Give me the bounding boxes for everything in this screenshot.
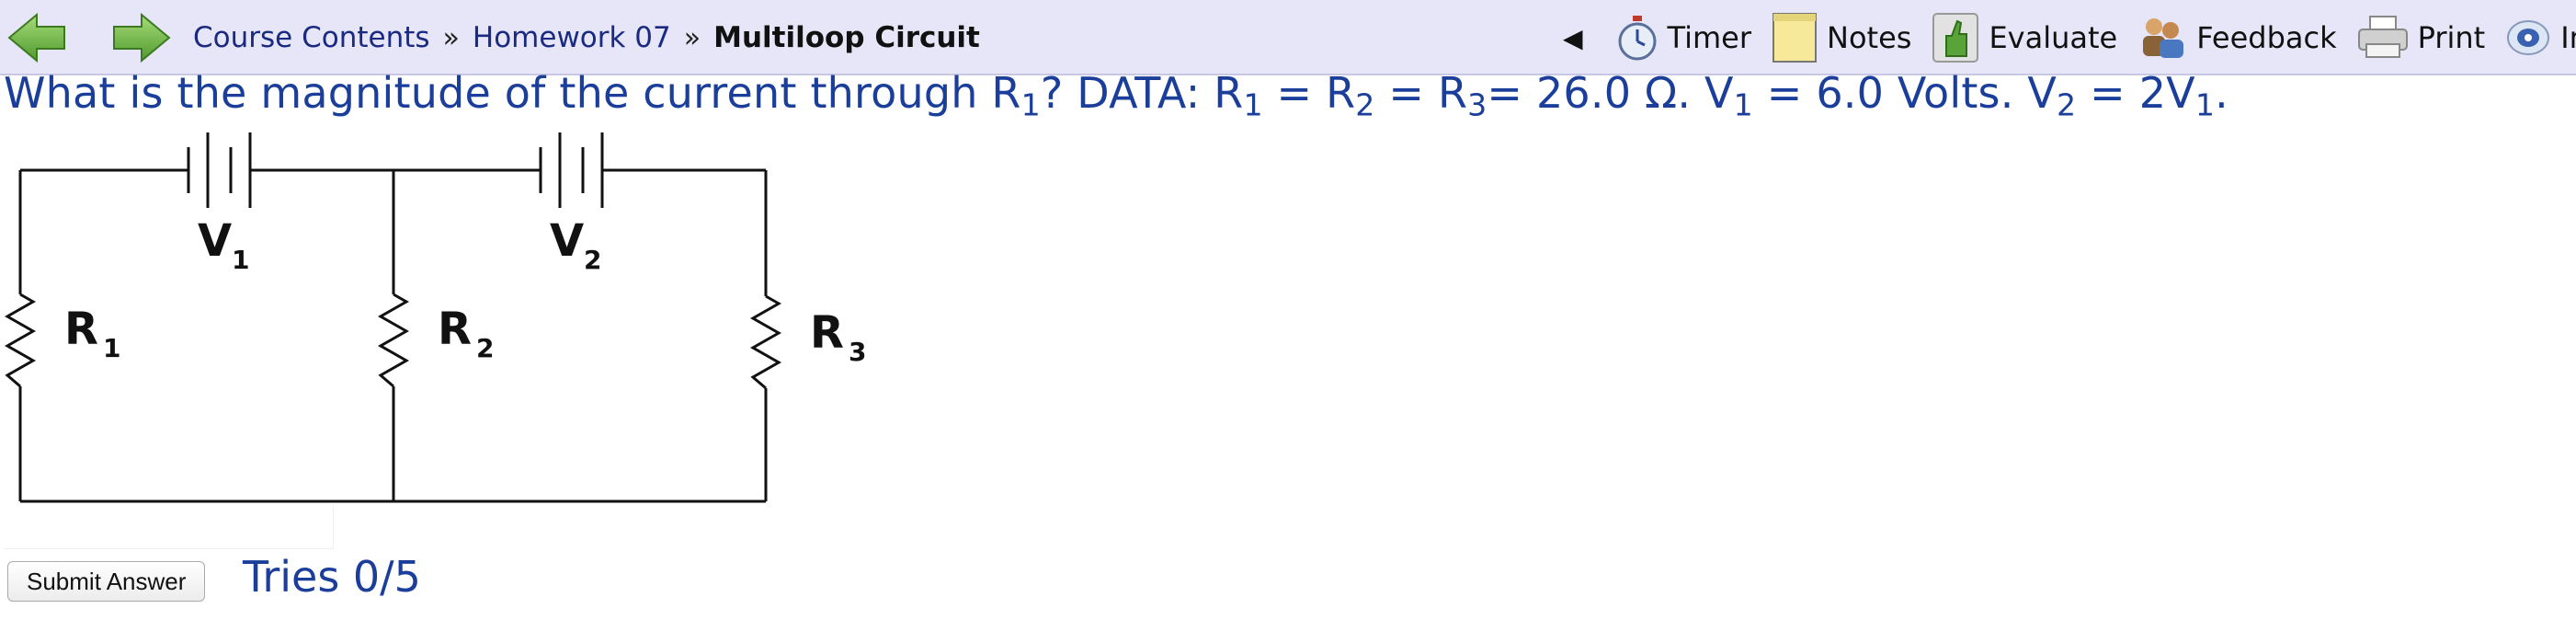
v1-label: V — [198, 215, 232, 267]
info-button[interactable]: Info — [2505, 15, 2576, 61]
r3-label: R — [810, 307, 844, 359]
question-subscript: 1 — [1243, 86, 1263, 123]
breadcrumb-separator: » — [683, 21, 701, 54]
tool-menu: ◀ Timer Notes Evaluate Feedback Print I — [1563, 0, 2576, 75]
evaluate-label: Evaluate — [1989, 20, 2118, 55]
question-subscript: 1 — [1020, 86, 1041, 123]
question-subscript: 1 — [1733, 86, 1753, 123]
notes-label: Notes — [1827, 20, 1912, 55]
r1-subscript: 1 — [103, 333, 120, 363]
feedback-icon — [2143, 18, 2184, 58]
question-part: . — [2215, 68, 2228, 118]
info-icon — [2507, 20, 2550, 55]
breadcrumb-homework[interactable]: Homework 07 — [473, 21, 671, 54]
timer-button[interactable]: Timer — [1616, 15, 1751, 61]
evaluate-icon — [1932, 13, 1979, 63]
v2-label: V — [550, 215, 584, 267]
answer-input[interactable] — [4, 504, 334, 549]
question-part: = R — [1374, 68, 1468, 118]
back-arrow-icon[interactable] — [7, 11, 68, 64]
breadcrumb-course-contents[interactable]: Course Contents — [193, 21, 430, 54]
submit-answer-button[interactable]: Submit Answer — [7, 561, 206, 602]
tries-counter: Tries 0/5 — [243, 552, 421, 602]
question-part: = 2V — [2076, 68, 2195, 118]
breadcrumb: Course Contents » Homework 07 » Multiloo… — [193, 0, 980, 75]
question-subscript: 1 — [2194, 86, 2216, 123]
breadcrumb-separator: » — [442, 21, 460, 54]
timer-label: Timer — [1667, 20, 1752, 55]
question-text: What is the magnitude of the current thr… — [4, 68, 2228, 122]
v2-subscript: 2 — [584, 245, 601, 275]
print-label: Print — [2417, 20, 2486, 55]
r1-label: R — [64, 304, 98, 355]
print-button[interactable]: Print — [2357, 15, 2486, 61]
r2-subscript: 2 — [476, 333, 494, 363]
circuit-diagram: V 1 V 2 R 1 R 2 R 3 — [4, 132, 866, 503]
question-part: = R — [1262, 68, 1356, 118]
print-icon — [2357, 16, 2408, 58]
question-subscript: 2 — [1355, 86, 1375, 123]
question-part: What is the magnitude of the current thr… — [4, 68, 1021, 118]
question-part: = 6.0 Volts. V — [1752, 68, 2057, 118]
question-subscript: 3 — [1467, 86, 1487, 123]
feedback-button[interactable]: Feedback — [2137, 14, 2337, 62]
feedback-label: Feedback — [2196, 20, 2337, 55]
question-part: ? DATA: R — [1040, 68, 1244, 118]
v1-subscript: 1 — [232, 245, 249, 275]
info-label: Info — [2560, 20, 2576, 55]
question-part: = 26.0 Ω. V — [1487, 68, 1734, 118]
r2-label: R — [438, 304, 472, 355]
forward-arrow-icon[interactable] — [110, 11, 171, 64]
notes-icon — [1772, 13, 1818, 63]
collapse-triangle-icon[interactable]: ◀ — [1563, 23, 1583, 53]
course-toolbar: Course Contents » Homework 07 » Multiloo… — [0, 0, 2576, 75]
r3-subscript: 3 — [849, 337, 866, 367]
timer-icon — [1618, 16, 1657, 61]
question-subscript: 2 — [2057, 86, 2077, 123]
breadcrumb-current-page: Multiloop Circuit — [713, 21, 980, 54]
notes-button[interactable]: Notes — [1772, 12, 1911, 63]
evaluate-button[interactable]: Evaluate — [1932, 12, 2117, 63]
